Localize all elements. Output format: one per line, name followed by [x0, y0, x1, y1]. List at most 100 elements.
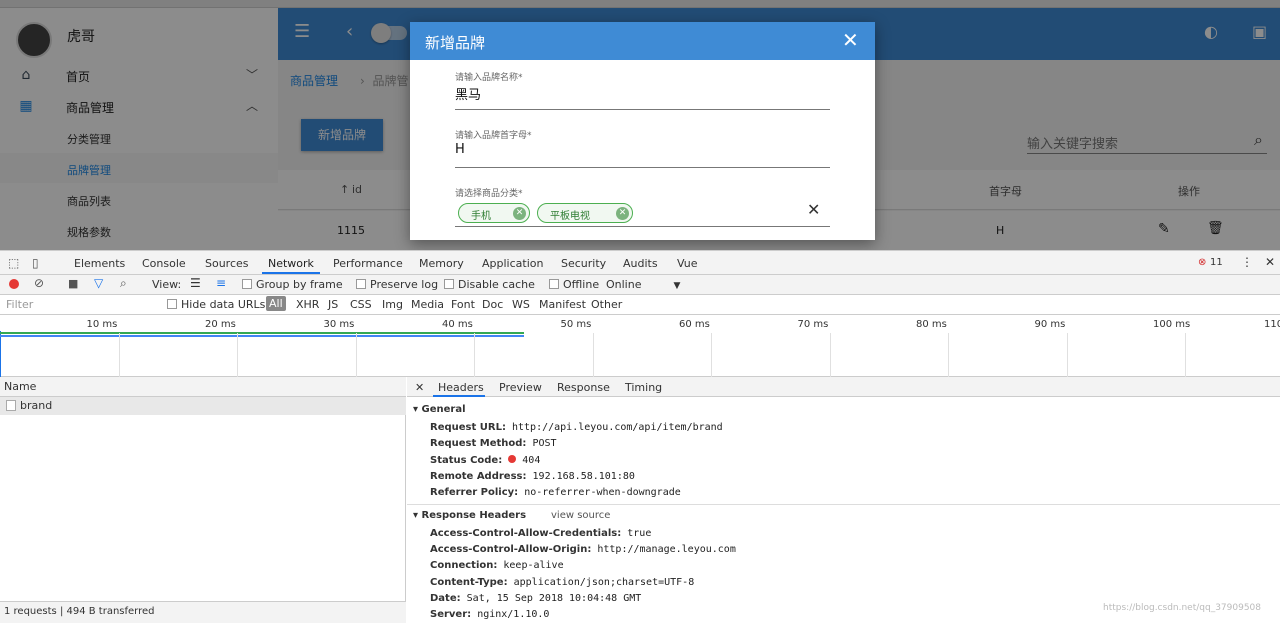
view-label: View:: [152, 278, 182, 291]
category-chip[interactable]: 平板电视 ✕: [537, 203, 633, 223]
header-row: Referrer Policy: no-referrer-when-downgr…: [430, 487, 681, 498]
throttling-select[interactable]: Online ▼: [606, 278, 680, 291]
filter-icon[interactable]: ▽: [94, 276, 103, 290]
timeline-tick-label: 100 ms: [1153, 319, 1191, 330]
filter-type-media[interactable]: Media: [411, 298, 444, 311]
error-icon[interactable]: ⊗: [1198, 257, 1206, 268]
filter-type-doc[interactable]: Doc: [482, 298, 503, 311]
chip-remove-icon[interactable]: ✕: [513, 207, 526, 220]
request-name: brand: [20, 399, 53, 412]
filter-type-css[interactable]: CSS: [350, 298, 372, 311]
checkbox-label: Hide data URLs: [181, 298, 266, 311]
device-toggle-icon[interactable]: ▯: [32, 256, 39, 270]
tab-audits[interactable]: Audits: [623, 257, 658, 270]
category-underline: [455, 226, 830, 227]
preserve-log-checkbox[interactable]: Preserve log: [356, 278, 438, 291]
clear-icon[interactable]: ⊘: [34, 276, 44, 290]
filter-type-other[interactable]: Other: [591, 298, 622, 311]
filter-type-all[interactable]: All: [266, 296, 286, 311]
timeline-tick-label: 20 ms: [205, 319, 236, 330]
timeline-gridline: [1066, 333, 1068, 377]
disable-cache-checkbox[interactable]: Disable cache: [444, 278, 535, 291]
tab-timing[interactable]: Timing: [625, 381, 662, 394]
timeline-gridline: [592, 333, 594, 377]
header-value: 192.168.58.101:80: [532, 471, 635, 482]
tab-elements[interactable]: Elements: [74, 257, 125, 270]
header-row: Content-Type: application/json;charset=U…: [430, 577, 694, 588]
tab-application[interactable]: Application: [482, 257, 543, 270]
group-by-frame-checkbox[interactable]: Group by frame: [242, 278, 343, 291]
timeline-tick-label: 90 ms: [1034, 319, 1066, 330]
timeline-gridline: [829, 333, 831, 377]
header-row: Server: nginx/1.10.0: [430, 609, 549, 620]
web-app: 虎哥 ⌂ 首页 ﹀ ▦ 商品管理 ︿ 分类管理 品牌管理 商品列表 规格参数 ☰…: [0, 0, 1280, 250]
filter-bar: Filter Hide data URLs All XHR JS CSS Img…: [0, 295, 1280, 315]
tab-response[interactable]: Response: [557, 381, 610, 394]
tab-security[interactable]: Security: [561, 257, 606, 270]
column-header-name[interactable]: Name: [4, 380, 36, 393]
tab-console[interactable]: Console: [142, 257, 186, 270]
inspect-icon[interactable]: ⬚: [8, 256, 19, 270]
timeline-tick-label: 60 ms: [679, 319, 710, 330]
header-row: Connection: keep-alive: [430, 560, 564, 571]
header-row: Request Method: POST: [430, 438, 557, 449]
header-value: true: [627, 528, 652, 539]
error-count[interactable]: 11: [1210, 257, 1223, 268]
view-source-link[interactable]: view source: [551, 510, 610, 521]
tab-vue[interactable]: Vue: [677, 257, 698, 270]
tab-headers[interactable]: Headers: [438, 381, 484, 394]
general-section-toggle[interactable]: ▾ General: [413, 404, 466, 415]
document-icon: [6, 400, 16, 411]
hide-data-urls-checkbox[interactable]: Hide data URLs: [167, 298, 265, 311]
header-row: Request URL: http://api.leyou.com/api/it…: [430, 422, 723, 433]
close-details-icon[interactable]: ✕: [415, 381, 424, 394]
response-headers-section-toggle[interactable]: ▾ Response Headers: [413, 510, 526, 521]
header-row: Access-Control-Allow-Origin: http://mana…: [430, 544, 736, 555]
timeline-tick-label: 80 ms: [916, 319, 947, 330]
dialog-header: 新增品牌 ✕: [410, 22, 875, 60]
brand-letter-field[interactable]: 请输入品牌首字母* H: [455, 128, 830, 168]
timeline-tick-label: 10 ms: [86, 319, 118, 330]
screenshot-icon[interactable]: ■: [68, 277, 78, 290]
category-chip[interactable]: 手机 ✕: [458, 203, 530, 223]
status-bar: 1 requests | 494 B transferred: [0, 601, 406, 623]
filter-type-js[interactable]: JS: [328, 298, 338, 311]
network-toolbar: ⊘ ■ ▽ ⌕ View: ☰ ≡ Group by frame Preserv…: [0, 275, 1280, 295]
search-icon[interactable]: ⌕: [120, 276, 127, 291]
close-icon[interactable]: ✕: [842, 28, 859, 52]
timeline-bar-blue: [0, 335, 524, 337]
network-overview-timeline[interactable]: 10 ms 20 ms 30 ms 40 ms 50 ms 60 ms 70 ms 80 ms…: [0, 315, 1280, 377]
record-icon[interactable]: [9, 279, 19, 289]
filter-type-xhr[interactable]: XHR: [296, 298, 319, 311]
filter-type-ws[interactable]: WS: [512, 298, 530, 311]
field-value: 黑马: [455, 88, 482, 103]
more-menu-icon[interactable]: ⋮: [1241, 255, 1253, 269]
list-item[interactable]: brand: [0, 397, 406, 415]
filter-input[interactable]: Filter: [6, 298, 33, 311]
header-value: keep-alive: [503, 560, 564, 571]
tab-preview[interactable]: Preview: [499, 381, 542, 394]
offline-checkbox[interactable]: Offline: [549, 278, 599, 291]
list-view-icon[interactable]: ☰: [190, 276, 201, 290]
tab-sources[interactable]: Sources: [205, 257, 249, 270]
tab-performance[interactable]: Performance: [333, 257, 403, 270]
filter-type-img[interactable]: Img: [382, 298, 403, 311]
waterfall-view-icon[interactable]: ≡: [216, 276, 226, 290]
tab-network[interactable]: Network: [268, 257, 314, 270]
timeline-tick-label: 30 ms: [323, 319, 355, 330]
tab-memory[interactable]: Memory: [419, 257, 464, 270]
header-value: 404: [522, 455, 541, 466]
close-devtools-icon[interactable]: ✕: [1265, 255, 1275, 269]
chip-remove-icon[interactable]: ✕: [616, 207, 629, 220]
header-value: nginx/1.10.0: [477, 609, 550, 620]
filter-type-manifest[interactable]: Manifest: [539, 298, 586, 311]
clear-icon[interactable]: ✕: [807, 200, 820, 219]
header-key: Access-Control-Allow-Credentials:: [430, 528, 622, 539]
section-title: General: [421, 404, 466, 415]
timeline-gridline: [355, 333, 357, 377]
filter-type-font[interactable]: Font: [451, 298, 475, 311]
header-key: Connection:: [430, 560, 498, 571]
brand-name-field[interactable]: 请输入品牌名称* 黑马: [455, 70, 830, 110]
add-brand-dialog: 新增品牌 ✕ 请输入品牌名称* 黑马 请输入品牌首字母* H 请选择商品分类* …: [410, 22, 875, 240]
checkbox-label: Offline: [563, 278, 600, 291]
